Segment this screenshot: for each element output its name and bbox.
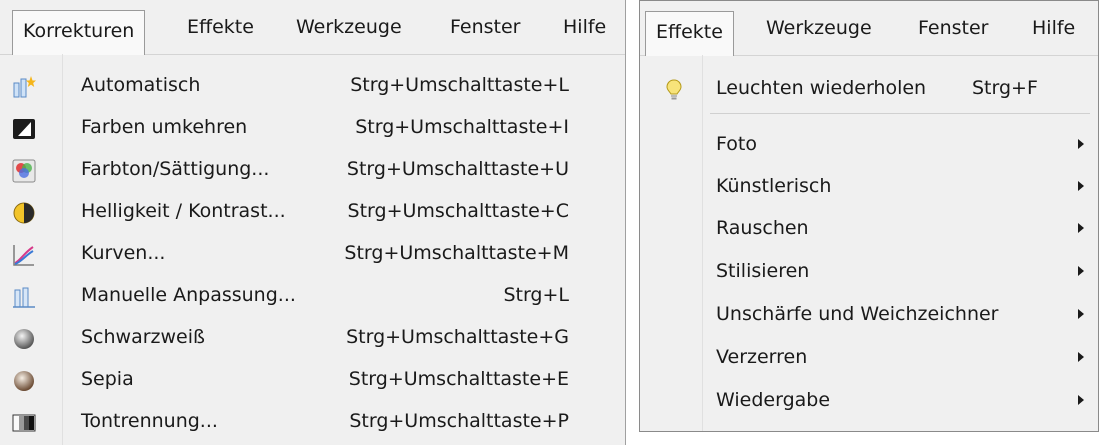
menu-item-foto[interactable]: Foto xyxy=(640,124,1098,164)
menu-item-kuenstlerisch[interactable]: Künstlerisch xyxy=(640,166,1098,206)
menu-item-label: Foto xyxy=(716,133,757,155)
menu-item-shortcut: Strg+Umschalttaste+M xyxy=(344,242,569,264)
menu-item-label: Unschärfe und Weichzeichner xyxy=(716,303,999,325)
menu-item-label: Manuelle Anpassung... xyxy=(81,284,296,306)
menu-item-schwarzweiss[interactable]: Schwarzweiß Strg+Umschalttaste+G xyxy=(0,317,625,357)
hue-saturation-icon xyxy=(12,157,36,183)
menu-item-verzerren[interactable]: Verzerren xyxy=(640,337,1098,377)
menu-item-farben-umkehren[interactable]: Farben umkehren Strg+Umschalttaste+I xyxy=(0,107,625,147)
menubar-effekte[interactable]: Effekte xyxy=(645,11,734,56)
menu-item-shortcut: Strg+F xyxy=(972,77,1038,99)
menu-item-label: Stilisieren xyxy=(716,260,810,282)
menu-item-label: Schwarzweiß xyxy=(81,326,205,348)
menu-item-label: Farben umkehren xyxy=(81,116,248,138)
right-menubar: Effekte Werkzeuge Fenster Hilfe xyxy=(640,1,1098,56)
menu-item-manuelle-anpassung[interactable]: Manuelle Anpassung... Strg+L xyxy=(0,275,625,315)
left-menubar: Korrekturen Effekte Werkzeuge Fenster Hi… xyxy=(0,0,625,55)
menu-item-label: Rauschen xyxy=(716,217,809,239)
menu-item-label: Wiedergabe xyxy=(716,389,831,411)
menubar-hilfe[interactable]: Hilfe xyxy=(1032,1,1075,55)
menu-item-label: Sepia xyxy=(81,368,134,390)
effects-menu-panel: Effekte Werkzeuge Fenster Hilfe Leuchten… xyxy=(639,0,1099,432)
submenu-arrow-icon xyxy=(1078,139,1084,149)
submenu-arrow-icon xyxy=(1078,309,1084,319)
menubar-korrekturen[interactable]: Korrekturen xyxy=(12,10,146,55)
menu-item-shortcut: Strg+Umschalttaste+E xyxy=(348,368,569,390)
submenu-arrow-icon xyxy=(1078,352,1084,362)
menu-separator xyxy=(710,113,1090,114)
menubar-fenster[interactable]: Fenster xyxy=(450,0,520,54)
menu-item-label: Farbton/Sättigung... xyxy=(81,158,270,180)
menu-item-shortcut: Strg+Umschalttaste+G xyxy=(346,326,569,348)
levels-icon xyxy=(12,283,36,308)
brightness-contrast-icon xyxy=(12,199,36,224)
menu-item-label: Automatisch xyxy=(81,74,201,96)
invert-colors-icon xyxy=(12,115,36,139)
menu-item-tontrennung[interactable]: Tontrennung... Strg+Umschalttaste+P xyxy=(0,401,625,441)
menubar-hilfe[interactable]: Hilfe xyxy=(563,0,606,54)
menu-item-shortcut: Strg+Umschalttaste+I xyxy=(355,116,569,138)
menu-item-helligkeit-kontrast[interactable]: Helligkeit / Kontrast... Strg+Umschaltta… xyxy=(0,191,625,231)
menu-item-sepia[interactable]: Sepia Strg+Umschalttaste+E xyxy=(0,359,625,399)
menubar-fenster[interactable]: Fenster xyxy=(918,1,988,55)
black-white-icon xyxy=(12,325,36,349)
sepia-icon xyxy=(12,367,36,391)
menubar-werkzeuge[interactable]: Werkzeuge xyxy=(766,1,872,55)
menu-item-unschaerfe-weichzeichner[interactable]: Unschärfe und Weichzeichner xyxy=(640,294,1098,334)
menu-item-shortcut: Strg+L xyxy=(503,284,569,306)
menu-item-rauschen[interactable]: Rauschen xyxy=(640,208,1098,248)
adjustments-menu-panel: Korrekturen Effekte Werkzeuge Fenster Hi… xyxy=(0,0,626,445)
submenu-arrow-icon xyxy=(1078,181,1084,191)
menu-item-shortcut: Strg+Umschalttaste+P xyxy=(349,410,569,432)
menu-item-shortcut: Strg+Umschalttaste+C xyxy=(347,200,569,222)
submenu-arrow-icon xyxy=(1078,266,1084,276)
menu-item-shortcut: Strg+Umschalttaste+L xyxy=(350,74,569,96)
submenu-arrow-icon xyxy=(1078,395,1084,405)
menu-item-shortcut: Strg+Umschalttaste+U xyxy=(346,158,569,180)
menu-item-wiedergabe[interactable]: Wiedergabe xyxy=(640,380,1098,420)
menu-item-label: Helligkeit / Kontrast... xyxy=(81,200,286,222)
lightbulb-icon xyxy=(662,76,686,100)
menu-item-leuchten-wiederholen[interactable]: Leuchten wiederholen Strg+F xyxy=(640,68,1098,108)
menu-item-farbton-saettigung[interactable]: Farbton/Sättigung... Strg+Umschalttaste+… xyxy=(0,149,625,189)
menu-item-automatisch[interactable]: Automatisch Strg+Umschalttaste+L xyxy=(0,65,625,105)
menubar-werkzeuge[interactable]: Werkzeuge xyxy=(296,0,402,54)
menu-item-label: Leuchten wiederholen xyxy=(716,77,927,99)
menu-item-stilisieren[interactable]: Stilisieren xyxy=(640,251,1098,291)
auto-level-icon xyxy=(12,73,36,98)
menu-item-kurven[interactable]: Kurven... Strg+Umschalttaste+M xyxy=(0,233,625,273)
submenu-arrow-icon xyxy=(1078,223,1084,233)
menu-item-label: Tontrennung... xyxy=(81,410,218,432)
posterize-icon xyxy=(12,409,36,433)
menu-item-label: Künstlerisch xyxy=(716,175,832,197)
menu-item-label: Verzerren xyxy=(716,346,808,368)
menubar-effekte[interactable]: Effekte xyxy=(187,0,254,54)
curves-icon xyxy=(12,241,36,266)
menu-item-label: Kurven... xyxy=(81,242,166,264)
